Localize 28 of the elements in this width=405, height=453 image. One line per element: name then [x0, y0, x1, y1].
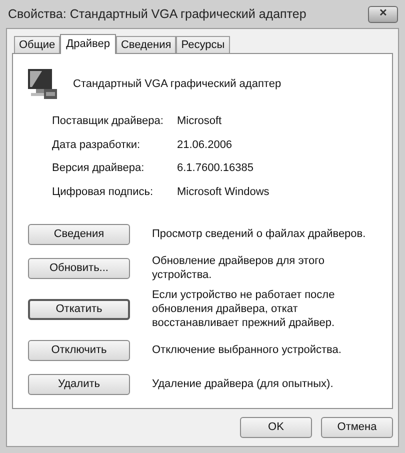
property-label: Версия драйвера: — [52, 161, 146, 176]
action-description: Просмотр сведений о файлах драйверов. — [152, 227, 367, 241]
tab[interactable]: Сведения — [116, 36, 176, 53]
dialog-button[interactable]: Отмена — [321, 417, 393, 438]
dialog-button[interactable]: OK — [240, 417, 312, 438]
close-button[interactable]: ✕ — [368, 6, 398, 22]
property-label: Цифровая подпись: — [52, 184, 154, 200]
property-value: 6.1.7600.16385 — [177, 161, 254, 176]
window-title: Свойства: Стандартный VGA графический адаптер — [8, 6, 306, 23]
property-label: Поставщик драйвера: — [52, 114, 164, 129]
monitor-icon — [26, 67, 58, 101]
device-name: Стандартный VGA графический адаптер — [73, 76, 282, 92]
property-value: 21.06.2006 — [177, 138, 232, 152]
action-button[interactable]: Отключить — [28, 340, 130, 360]
action-description: Если устройство не работает после обновления драйвера, откат восстанавливает прежний драйвер. — [152, 288, 336, 330]
property-label: Дата разработки: — [52, 138, 142, 152]
property-value: Microsoft Windows — [177, 184, 270, 200]
property-value: Microsoft — [177, 114, 222, 129]
action-button[interactable]: Откатить — [28, 298, 130, 320]
tab[interactable]: Общие — [14, 36, 60, 53]
tab[interactable]: Драйвер — [60, 34, 116, 54]
action-button[interactable]: Обновить... — [28, 258, 130, 278]
tab[interactable]: Ресурсы — [176, 36, 230, 53]
action-description: Удаление драйвера (для опытных). — [152, 377, 334, 391]
action-button[interactable]: Сведения — [28, 224, 130, 244]
action-description: Отключение выбранного устройства. — [152, 343, 342, 357]
action-button[interactable]: Удалить — [28, 374, 130, 394]
action-description: Обновление драйверов для этого устройства. — [152, 254, 326, 282]
